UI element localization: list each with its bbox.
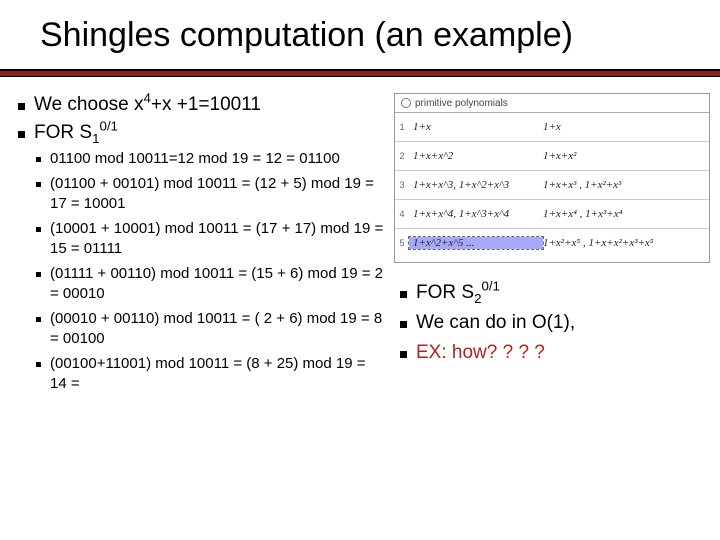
superscript: 0/1 <box>99 119 118 134</box>
formula-cell: 1+x <box>409 121 543 133</box>
computation-step: (00100+11001) mod 10011 = (8 + 25) mod 1… <box>12 354 384 393</box>
row-index: 5 <box>395 238 409 248</box>
polynomial-table: primitive polynomials 1 1+x 1+x 2 1+x+x^… <box>394 93 710 263</box>
right-column: primitive polynomials 1 1+x 1+x 2 1+x+x^… <box>394 93 710 370</box>
computation-step: (01111 + 00110) mod 10011 = (15 + 6) mod… <box>12 264 384 303</box>
slide-body: We choose x4+x +1=10011 FOR S10/1 01100 … <box>0 77 720 493</box>
computation-step: (00010 + 00110) mod 10011 = ( 2 + 6) mod… <box>12 309 384 348</box>
text: 01100 mod 10011=12 mod 19 = 12 = 01100 <box>50 150 340 167</box>
for-s1-heading: FOR S10/1 <box>12 121 384 145</box>
text: +x +1=10011 <box>151 94 261 115</box>
polynomial-choice: We choose x4+x +1=10011 <box>12 93 384 117</box>
row-index: 3 <box>395 180 409 190</box>
table-title: primitive polynomials <box>415 98 508 109</box>
text: FOR S <box>34 122 92 143</box>
text: (01100 + 00101) mod 10011 = (12 + 5) mod… <box>50 175 374 212</box>
text: (01111 + 00110) mod 10011 = (15 + 6) mod… <box>50 265 383 302</box>
render-cell: 1+x+x³ , 1+x²+x³ <box>543 179 709 191</box>
exercise-question: EX: how? ? ? ? <box>394 341 710 365</box>
render-cell: 1+x+x⁴ , 1+x³+x⁴ <box>543 208 709 220</box>
superscript: 4 <box>143 91 150 106</box>
formula-cell: 1+x+x^3, 1+x^2+x^3 <box>409 179 543 191</box>
table-row: 2 1+x+x^2 1+x+x² <box>395 142 709 171</box>
row-index: 2 <box>395 151 409 161</box>
slide-title: Shingles computation (an example) <box>0 16 720 63</box>
formula-cell: 1+x^2+x^5 ... <box>409 237 543 249</box>
table-row: 3 1+x+x^3, 1+x^2+x^3 1+x+x³ , 1+x²+x³ <box>395 171 709 200</box>
complexity-note: We can do in O(1), <box>394 311 710 335</box>
render-cell: 1+x+x² <box>543 150 709 162</box>
text: (00010 + 00110) mod 10011 = ( 2 + 6) mod… <box>50 310 382 347</box>
text: FOR S <box>416 282 474 303</box>
slide: Shingles computation (an example) We cho… <box>0 0 720 540</box>
for-s2-heading: FOR S20/1 <box>394 281 710 305</box>
row-index: 1 <box>395 122 409 132</box>
computation-step: (10001 + 10001) mod 10011 = (17 + 17) mo… <box>12 219 384 258</box>
table-row: 1 1+x 1+x <box>395 113 709 142</box>
radio-icon <box>401 98 411 108</box>
table-row: 4 1+x+x^4, 1+x^3+x^4 1+x+x⁴ , 1+x³+x⁴ <box>395 200 709 229</box>
text: We choose x <box>34 94 143 115</box>
title-paren: (an example) <box>375 16 573 54</box>
render-cell: 1+x <box>543 121 709 133</box>
computation-step: (01100 + 00101) mod 10011 = (12 + 5) mod… <box>12 174 384 213</box>
formula-cell: 1+x+x^4, 1+x^3+x^4 <box>409 208 543 220</box>
text: (10001 + 10001) mod 10011 = (17 + 17) mo… <box>50 220 383 257</box>
table-header: primitive polynomials <box>395 94 709 113</box>
render-cell: 1+x²+x⁵ , 1+x+x²+x³+x⁵ <box>543 237 709 249</box>
superscript: 0/1 <box>481 279 500 294</box>
text: We can do in O(1), <box>416 312 575 333</box>
computation-step: 01100 mod 10011=12 mod 19 = 12 = 01100 <box>12 149 384 169</box>
text: EX: how? ? ? ? <box>416 342 545 363</box>
title-main: Shingles computation <box>40 16 375 54</box>
left-column: We choose x4+x +1=10011 FOR S10/1 01100 … <box>12 93 384 399</box>
row-index: 4 <box>395 209 409 219</box>
table-body: 1 1+x 1+x 2 1+x+x^2 1+x+x² 3 1+x+x^3, 1+… <box>395 113 709 257</box>
formula-cell: 1+x+x^2 <box>409 150 543 162</box>
text: (00100+11001) mod 10011 = (8 + 25) mod 1… <box>50 355 366 392</box>
table-row-selected: 5 1+x^2+x^5 ... 1+x²+x⁵ , 1+x+x²+x³+x⁵ <box>395 229 709 257</box>
